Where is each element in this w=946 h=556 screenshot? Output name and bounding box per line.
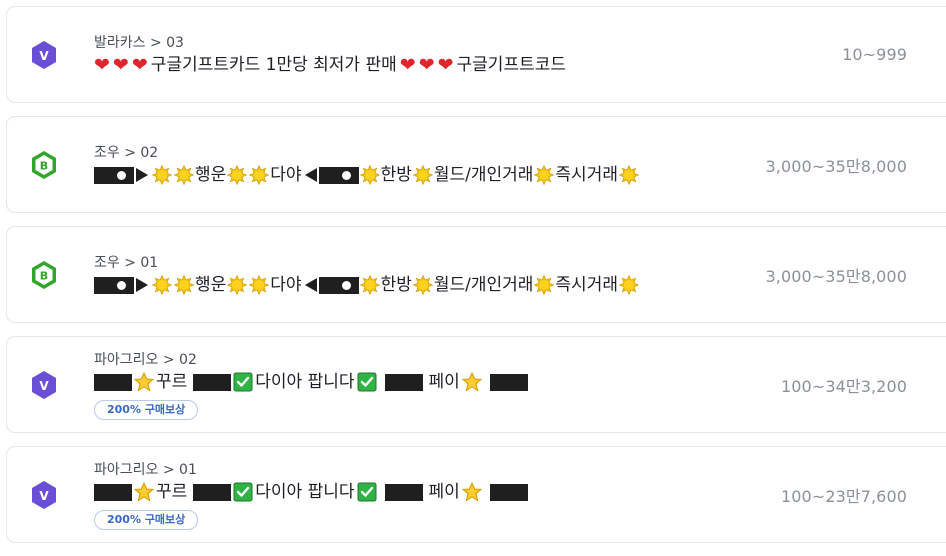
star-icon <box>134 482 154 502</box>
redacted-block <box>489 483 528 501</box>
play-icon <box>136 168 148 182</box>
heart-icon: ❤ <box>131 53 148 76</box>
listing-card[interactable]: V 발라카스 > 03 ❤ ❤ ❤ 구글기프트카드 1만당 최저가 판매 ❤ ❤… <box>6 6 946 103</box>
reverse-icon <box>304 278 317 292</box>
listing-card[interactable]: V 파아그리오 > 02 꾸르 다이아 팝니다 페이 200% 구매보상 100… <box>6 336 946 433</box>
sun-icon <box>174 165 194 185</box>
sun-icon <box>534 165 554 185</box>
sun-icon <box>413 165 433 185</box>
price-range: 100~34만3,200 <box>780 376 907 396</box>
redacted-block <box>489 373 528 391</box>
sun-icon <box>227 275 247 295</box>
title-text: 구글기프트코드 <box>456 55 567 75</box>
svg-text:V: V <box>39 379 49 393</box>
heart-icon: ❤ <box>399 53 416 76</box>
purchase-reward-badge: 200% 구매보상 <box>94 400 199 420</box>
redacted-block <box>193 483 232 501</box>
sun-icon <box>249 165 269 185</box>
listing-info: 발라카스 > 03 ❤ ❤ ❤ 구글기프트카드 1만당 최저가 판매 ❤ ❤ ❤… <box>94 34 946 77</box>
price-range: 100~23만7,600 <box>780 486 907 506</box>
check-icon <box>357 372 377 392</box>
title-text: 행운 <box>195 275 227 295</box>
check-icon <box>233 482 253 502</box>
title-text: 즉시거래 <box>555 165 618 185</box>
redacted-block <box>318 166 359 184</box>
listing-card[interactable]: V 파아그리오 > 01 꾸르 다이아 팝니다 페이 200% 구매보상 100… <box>6 446 946 543</box>
title-text: 꾸르 <box>156 372 188 392</box>
listing-title[interactable]: ❤ ❤ ❤ 구글기프트카드 1만당 최저가 판매 ❤ ❤ ❤ 구글기프트코드 <box>94 53 946 77</box>
price-range: 10~999 <box>842 45 907 64</box>
server-breadcrumb: 발라카스 > 03 <box>94 35 184 51</box>
play-icon <box>136 278 148 292</box>
redacted-block <box>94 166 134 184</box>
sun-icon <box>227 165 247 185</box>
redacted-block <box>94 276 134 294</box>
title-text: 다이아 팝니다 <box>255 482 355 502</box>
sun-icon <box>152 275 172 295</box>
price-range: 3,000~35만8,000 <box>765 266 907 286</box>
svg-text:B: B <box>40 160 48 173</box>
title-text: 행운 <box>195 165 227 185</box>
redacted-block <box>94 373 132 391</box>
star-icon <box>462 482 482 502</box>
redacted-block <box>384 483 423 501</box>
sun-icon <box>152 165 172 185</box>
title-text: 다야 <box>270 165 302 185</box>
title-text: 즉시거래 <box>555 275 618 295</box>
sun-icon <box>249 275 269 295</box>
title-text: 구글기프트카드 1만당 최저가 판매 <box>150 55 397 75</box>
listing-card[interactable]: B 조우 > 01 행운 다야 한방 월드/개인거래 즉시거래 3,000~35… <box>6 226 946 323</box>
purchase-reward-badge: 200% 구매보상 <box>94 510 199 530</box>
sun-icon <box>619 275 639 295</box>
sun-icon <box>360 165 380 185</box>
reverse-icon <box>304 168 317 182</box>
heart-icon: ❤ <box>418 53 435 76</box>
v-grade-icon: V <box>30 40 58 70</box>
title-text: 한방 <box>380 165 412 185</box>
sun-icon <box>360 275 380 295</box>
redacted-block <box>384 373 423 391</box>
v-grade-icon: V <box>30 480 58 510</box>
redacted-block <box>318 276 359 294</box>
sun-icon <box>413 275 433 295</box>
v-grade-icon: V <box>30 370 58 400</box>
star-icon <box>462 372 482 392</box>
title-text: 월드/개인거래 <box>433 165 534 185</box>
title-text: 월드/개인거래 <box>433 275 534 295</box>
sun-icon <box>619 165 639 185</box>
b-grade-icon: B <box>30 150 58 180</box>
heart-icon: ❤ <box>112 53 129 76</box>
redacted-block <box>193 373 232 391</box>
sun-icon <box>174 275 194 295</box>
check-icon <box>233 372 253 392</box>
title-text: 페이 <box>428 372 460 392</box>
price-range: 3,000~35만8,000 <box>765 156 907 176</box>
title-text: 다이아 팝니다 <box>255 372 355 392</box>
listing-card[interactable]: B 조우 > 02 행운 다야 한방 월드/개인거래 즉시거래 3,000~35… <box>6 116 946 213</box>
star-icon <box>134 372 154 392</box>
heart-icon: ❤ <box>437 53 454 76</box>
svg-text:B: B <box>40 270 48 283</box>
svg-text:V: V <box>39 489 49 503</box>
heart-icon: ❤ <box>94 53 110 76</box>
title-text: 꾸르 <box>156 482 188 502</box>
title-text: 다야 <box>270 275 302 295</box>
sun-icon <box>534 275 554 295</box>
redacted-block <box>94 483 132 501</box>
check-icon <box>357 482 377 502</box>
title-text: 한방 <box>380 275 412 295</box>
title-text: 페이 <box>428 482 460 502</box>
svg-text:V: V <box>39 49 49 63</box>
b-grade-icon: B <box>30 260 58 290</box>
